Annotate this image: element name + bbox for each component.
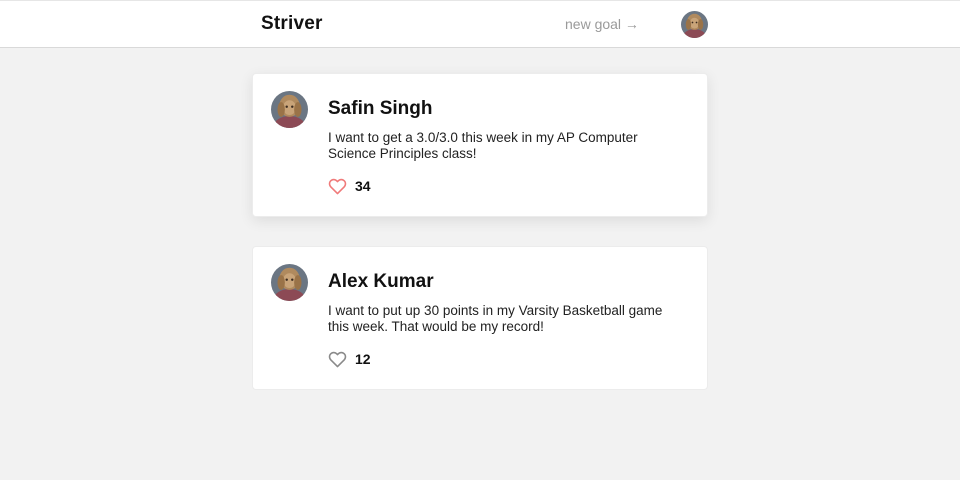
user-avatar-icon[interactable] bbox=[681, 11, 708, 38]
author-avatar-icon[interactable] bbox=[271, 91, 308, 128]
new-goal-link[interactable]: new goal → bbox=[565, 16, 639, 32]
author-name[interactable]: Alex Kumar bbox=[328, 271, 434, 293]
like-heart-icon[interactable] bbox=[328, 177, 347, 195]
goal-card: Safin Singh I want to get a 3.0/3.0 this… bbox=[252, 73, 708, 217]
goal-card: Alex Kumar I want to put up 30 points in… bbox=[252, 246, 708, 390]
top-nav-bar: Striver new goal → bbox=[0, 0, 960, 48]
like-count: 34 bbox=[355, 178, 371, 194]
like-row: 12 bbox=[328, 349, 371, 369]
like-heart-icon[interactable] bbox=[328, 350, 347, 368]
goal-text: I want to put up 30 points in my Varsity… bbox=[328, 303, 663, 334]
brand-logo-text[interactable]: Striver bbox=[261, 13, 323, 35]
author-name[interactable]: Safin Singh bbox=[328, 98, 433, 120]
like-count: 12 bbox=[355, 351, 371, 367]
author-avatar-icon[interactable] bbox=[271, 264, 308, 301]
like-row: 34 bbox=[328, 176, 371, 196]
goal-text: I want to get a 3.0/3.0 this week in my … bbox=[328, 130, 638, 161]
